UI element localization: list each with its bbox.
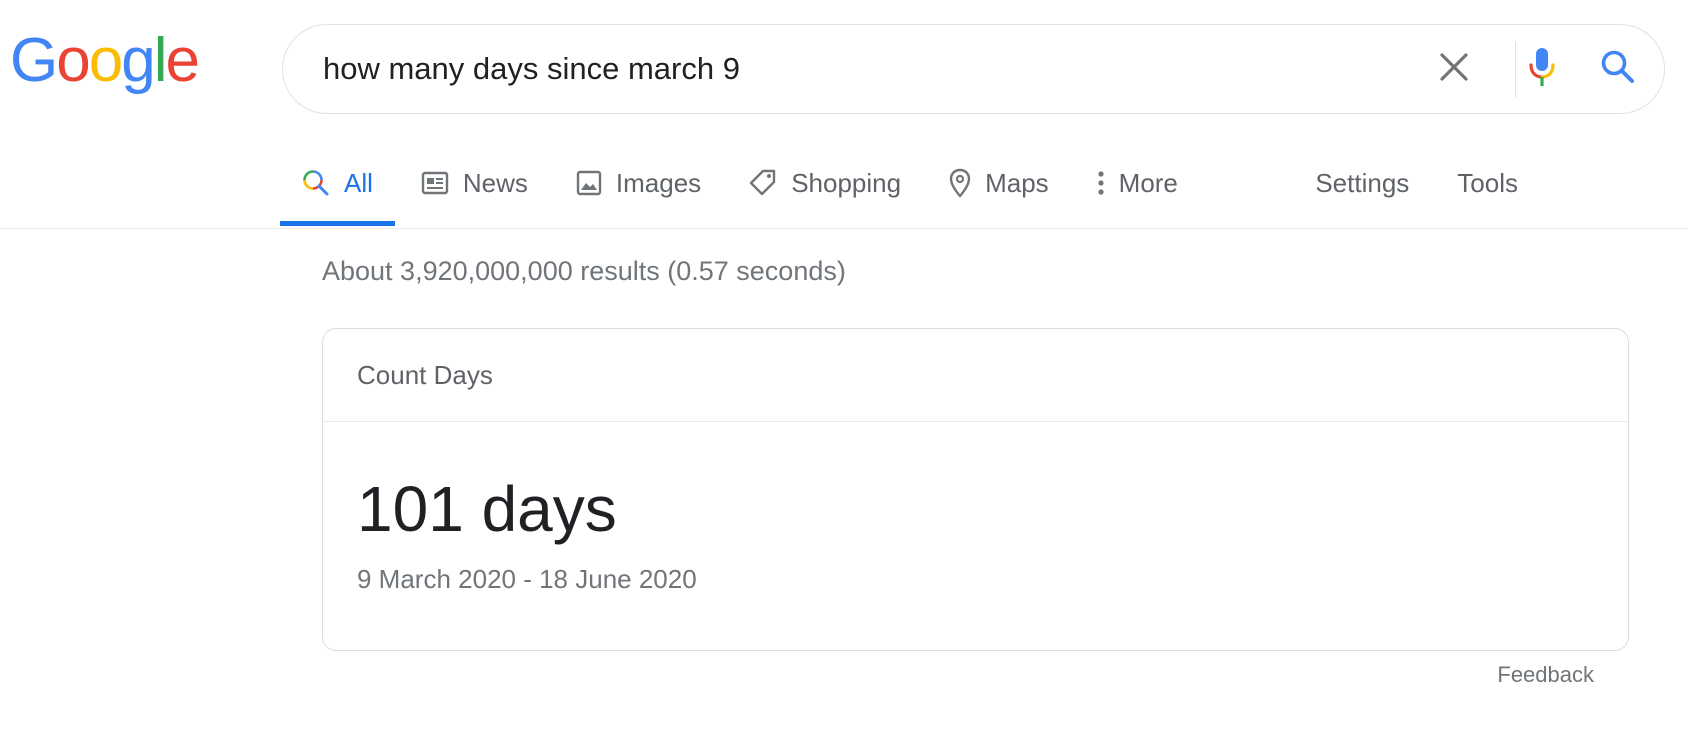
close-icon bbox=[1439, 52, 1469, 87]
search-options: Settings Tools bbox=[1267, 150, 1518, 216]
tab-label: All bbox=[344, 167, 373, 198]
tab-news[interactable]: News bbox=[421, 150, 528, 216]
google-logo[interactable]: G o o g l e bbox=[10, 26, 200, 95]
logo-letter: G bbox=[10, 26, 58, 95]
tab-images[interactable]: Images bbox=[576, 150, 701, 216]
date-range: 9 March 2020 - 18 June 2020 bbox=[357, 564, 697, 594]
tools-link[interactable]: Tools bbox=[1457, 150, 1518, 216]
search-box bbox=[282, 24, 1665, 114]
tab-more[interactable]: More bbox=[1097, 150, 1178, 216]
tabs-divider bbox=[0, 228, 1688, 229]
search-tabs: All News Images Shopping Maps More bbox=[280, 150, 1226, 226]
mic-icon bbox=[1527, 47, 1557, 92]
days-count: 101 days bbox=[357, 473, 617, 545]
tab-label: Maps bbox=[985, 167, 1049, 198]
map-pin-icon bbox=[949, 168, 971, 198]
tab-shopping[interactable]: Shopping bbox=[749, 150, 901, 216]
settings-link[interactable]: Settings bbox=[1315, 150, 1409, 216]
news-icon bbox=[421, 171, 449, 195]
search-button[interactable] bbox=[1586, 25, 1650, 113]
logo-letter: o bbox=[56, 26, 91, 95]
image-icon bbox=[576, 170, 602, 196]
tab-label: More bbox=[1118, 167, 1178, 198]
search-icon bbox=[1600, 49, 1636, 90]
logo-letter: l bbox=[153, 26, 168, 95]
logo-letter: g bbox=[121, 26, 156, 95]
tab-all[interactable]: All bbox=[280, 150, 395, 226]
feedback-link[interactable]: Feedback bbox=[1497, 662, 1594, 688]
tag-icon bbox=[749, 169, 777, 197]
logo-letter: e bbox=[165, 26, 200, 95]
search-results-page: G o o g l e how many days since march 9 … bbox=[0, 0, 1688, 742]
tab-label: Images bbox=[615, 167, 702, 198]
tab-label: News bbox=[462, 167, 528, 198]
result-stats: About 3,920,000,000 results (0.57 second… bbox=[322, 256, 846, 286]
more-vert-icon bbox=[1097, 170, 1105, 196]
voice-search-button[interactable] bbox=[1514, 25, 1570, 113]
logo-letter: o bbox=[88, 26, 124, 95]
count-days-card: Count Days 101 days 9 March 2020 - 18 Ju… bbox=[322, 328, 1629, 651]
search-input[interactable] bbox=[323, 25, 1323, 113]
card-title: Count Days bbox=[323, 329, 1628, 422]
search-icon bbox=[302, 169, 330, 197]
tab-maps[interactable]: Maps bbox=[949, 150, 1049, 216]
tab-label: Shopping bbox=[791, 167, 902, 198]
clear-button[interactable] bbox=[1416, 25, 1492, 113]
